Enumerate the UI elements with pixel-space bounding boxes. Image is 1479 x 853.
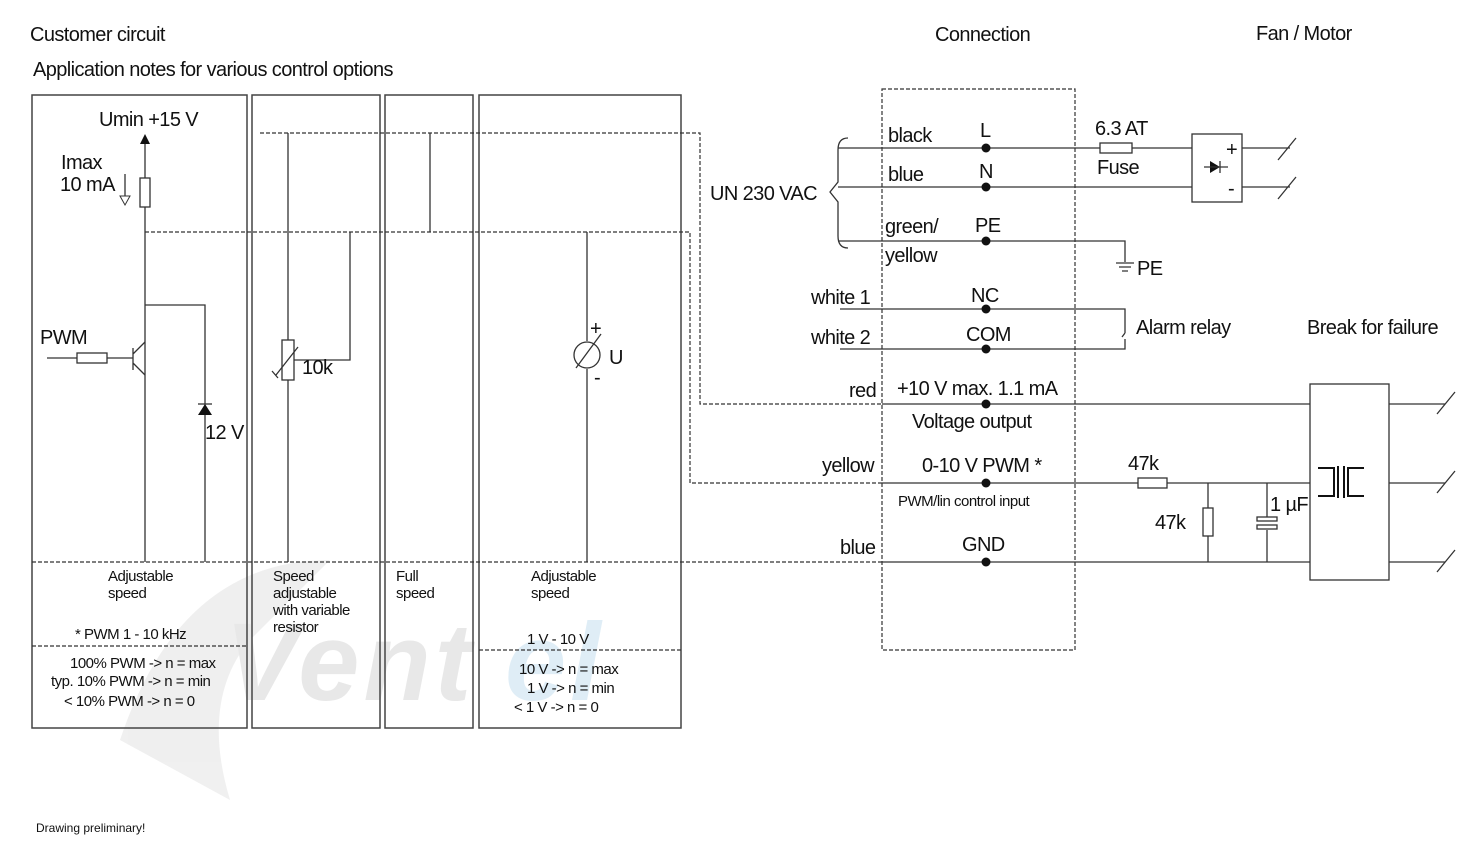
full-mode-line: speed bbox=[396, 585, 435, 602]
drawing-preliminary-note: Drawing preliminary! bbox=[36, 821, 145, 835]
terminal-label: 0-10 V PWM * bbox=[922, 455, 1042, 477]
supply-brace bbox=[829, 137, 849, 249]
zener-label: 12 V bbox=[205, 422, 245, 444]
wire-color-label: black bbox=[888, 125, 933, 147]
terminal-label: NC bbox=[971, 285, 999, 307]
terminal-label: COM bbox=[966, 324, 1011, 346]
motor-dc-outputs bbox=[1242, 137, 1297, 200]
wire-color-label: yellow bbox=[885, 245, 938, 267]
current-arrowhead-icon bbox=[119, 195, 131, 207]
wire-color-label: blue bbox=[840, 537, 876, 559]
resistor-mode-line: resistor bbox=[273, 619, 319, 636]
full-mode-line: Full bbox=[396, 568, 418, 585]
rectifier-plus: + bbox=[1226, 139, 1237, 161]
voltage-source-icon bbox=[573, 341, 601, 369]
voltage-range: 1 V - 10 V bbox=[527, 631, 589, 648]
voltage-mode-line1: Adjustable bbox=[531, 568, 596, 585]
wire-color-label: red bbox=[849, 380, 876, 402]
wire-color-label: blue bbox=[888, 164, 924, 186]
pwm-note: < 10% PWM -> n = 0 bbox=[64, 693, 195, 710]
resistor-mode-line: Speed bbox=[273, 568, 314, 585]
terminal-control-input bbox=[981, 478, 991, 488]
ground-icon bbox=[1116, 262, 1134, 272]
fuse-rating: 6.3 AT bbox=[1095, 118, 1148, 140]
pwm-label: PWM bbox=[40, 327, 87, 349]
voltage-output-wire bbox=[260, 132, 882, 405]
application-notes-title: Application notes for various control op… bbox=[33, 59, 393, 81]
watermark-text: Vent bbox=[225, 601, 476, 724]
pwm-mode-line2: speed bbox=[108, 585, 147, 602]
terminal-l bbox=[981, 143, 991, 153]
fuse-icon bbox=[1099, 142, 1133, 154]
fan-motor-title: Fan / Motor bbox=[1256, 23, 1353, 45]
terminal-label: PE bbox=[975, 215, 1001, 237]
wire-color-label: green/ bbox=[885, 216, 939, 238]
potentiometer-label: 10k bbox=[302, 357, 334, 379]
capacitor-plate bbox=[1256, 524, 1278, 530]
pwm-note: 100% PWM -> n = max bbox=[70, 655, 217, 672]
base-resistor bbox=[76, 352, 108, 364]
series-resistor-label: 47k bbox=[1128, 453, 1160, 475]
series-resistor-icon bbox=[1137, 477, 1168, 489]
pe-ground-label: PE bbox=[1137, 258, 1163, 280]
voltage-note: 10 V -> n = max bbox=[519, 661, 619, 678]
wiring-diagram: Vent el Customer circuit Application not… bbox=[30, 23, 1456, 835]
pwm-note: typ. 10% PWM -> n = min bbox=[51, 673, 211, 690]
resistor-mode-line: adjustable bbox=[273, 585, 337, 602]
terminal-n bbox=[981, 182, 991, 192]
break-for-failure-label: Break for failure bbox=[1307, 317, 1438, 339]
voltage-note: 1 V -> n = min bbox=[527, 680, 614, 697]
terminal-label: N bbox=[979, 161, 993, 183]
zener-diode-icon bbox=[198, 404, 212, 415]
terminal-label: L bbox=[980, 120, 991, 142]
wire-color-label: yellow bbox=[822, 455, 875, 477]
capacitor-label: 1 µF bbox=[1270, 494, 1308, 516]
terminal-label: +10 V max. 1.1 mA bbox=[897, 378, 1059, 400]
supply-voltage-label: UN 230 VAC bbox=[710, 183, 817, 205]
terminal-description: Voltage output bbox=[912, 411, 1033, 433]
pwm-mode-line1: Adjustable bbox=[108, 568, 173, 585]
control-input-wire bbox=[145, 231, 882, 484]
terminal-voltage-output bbox=[981, 399, 991, 409]
terminal-pe bbox=[981, 236, 991, 246]
zener-wire bbox=[145, 304, 206, 562]
imax-label: Imax bbox=[61, 152, 103, 174]
arrow-up-icon bbox=[140, 134, 150, 144]
terminal-label: GND bbox=[962, 534, 1005, 556]
connection-title: Connection bbox=[935, 24, 1030, 46]
motor-signal-outputs bbox=[1389, 391, 1456, 573]
pullup-resistor bbox=[139, 177, 151, 208]
terminal-description: PWM/lin control input bbox=[898, 493, 1031, 510]
shunt-resistor-label: 47k bbox=[1155, 512, 1187, 534]
capacitor-icon bbox=[1256, 516, 1278, 522]
imax-value: 10 mA bbox=[60, 174, 116, 196]
wire-pe bbox=[838, 240, 1126, 262]
resistor-mode-line: with variable bbox=[272, 602, 350, 619]
voltage-plus: + bbox=[590, 318, 601, 340]
rectifier-minus: - bbox=[1228, 178, 1234, 200]
fuse-label: Fuse bbox=[1097, 157, 1140, 179]
voltage-source-label: U bbox=[609, 347, 623, 369]
alarm-relay-label: Alarm relay bbox=[1136, 317, 1231, 339]
supply-label: Umin +15 V bbox=[99, 109, 199, 131]
wire-color-label: white 2 bbox=[810, 327, 871, 349]
voltage-minus: - bbox=[594, 367, 600, 389]
terminal-gnd bbox=[981, 557, 991, 567]
wire-color-label: white 1 bbox=[810, 287, 871, 309]
break-for-failure-box bbox=[1309, 383, 1390, 581]
shunt-resistor-icon bbox=[1202, 507, 1214, 537]
pwm-frequency: * PWM 1 - 10 kHz bbox=[75, 626, 186, 643]
customer-circuit-title: Customer circuit bbox=[30, 24, 166, 46]
voltage-note: < 1 V -> n = 0 bbox=[514, 699, 598, 716]
voltage-mode-line2: speed bbox=[531, 585, 570, 602]
